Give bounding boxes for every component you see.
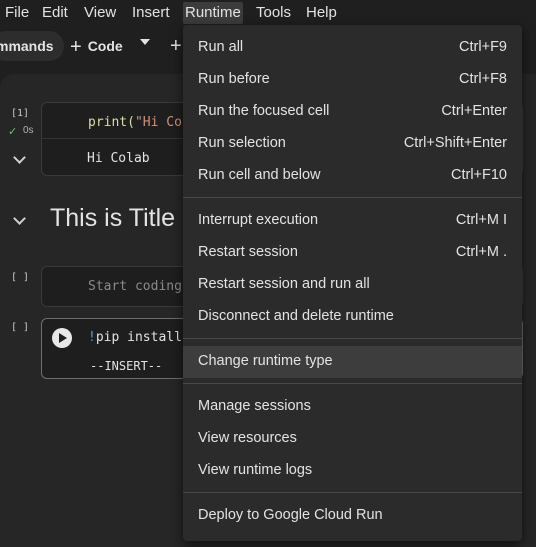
menu-item-shortcut: Ctrl+M . bbox=[455, 244, 507, 260]
menu-bar: File Edit View Insert Runtime Tools Help bbox=[0, 0, 536, 26]
menu-item-run-focused-cell[interactable]: Run the focused cell Ctrl+Enter bbox=[183, 96, 522, 128]
menu-item-shortcut: Ctrl+M I bbox=[455, 212, 507, 228]
menu-file[interactable]: File bbox=[3, 2, 31, 24]
menu-item-shortcut: Ctrl+F9 bbox=[459, 39, 507, 55]
add-text-button[interactable]: + bbox=[170, 31, 182, 61]
menu-separator bbox=[183, 197, 522, 198]
execution-time: 0s bbox=[23, 125, 34, 136]
menu-item-manage-sessions[interactable]: Manage sessions bbox=[183, 391, 522, 423]
menu-help[interactable]: Help bbox=[304, 2, 339, 24]
code-line[interactable]: !pip install bbox=[88, 330, 182, 345]
menu-item-label: Disconnect and delete runtime bbox=[198, 308, 394, 324]
code-function: print( bbox=[88, 115, 135, 130]
execution-count: [ ] bbox=[11, 322, 30, 333]
menu-item-view-runtime-logs[interactable]: View runtime logs bbox=[183, 455, 522, 487]
code-line[interactable]: print("Hi Co bbox=[88, 115, 182, 130]
menu-item-deploy-cloud-run[interactable]: Deploy to Google Cloud Run bbox=[183, 500, 522, 532]
code-bang: ! bbox=[88, 330, 96, 345]
menu-separator bbox=[183, 383, 522, 384]
menu-item-run-cell-and-below[interactable]: Run cell and below Ctrl+F10 bbox=[183, 160, 522, 192]
execution-count: [ ] bbox=[11, 272, 30, 283]
menu-item-view-resources[interactable]: View resources bbox=[183, 423, 522, 455]
execution-count: [1] bbox=[11, 108, 30, 119]
plus-icon: + bbox=[70, 36, 82, 58]
menu-item-label: Deploy to Google Cloud Run bbox=[198, 507, 383, 523]
add-code-label: Code bbox=[87, 38, 123, 54]
success-check-icon: ✓ bbox=[8, 126, 18, 138]
menu-item-restart-and-run-all[interactable]: Restart session and run all bbox=[183, 269, 522, 301]
runtime-menu: Run all Ctrl+F9 Run before Ctrl+F8 Run t… bbox=[183, 25, 522, 541]
menu-item-interrupt-execution[interactable]: Interrupt execution Ctrl+M I bbox=[183, 205, 522, 237]
menu-item-run-all[interactable]: Run all Ctrl+F9 bbox=[183, 32, 522, 64]
section-heading[interactable]: This is Title bbox=[50, 204, 175, 233]
cell-placeholder: Start coding bbox=[88, 279, 182, 294]
menu-item-restart-session[interactable]: Restart session Ctrl+M . bbox=[183, 237, 522, 269]
menu-item-label: Run all bbox=[198, 39, 244, 55]
menu-item-label: View runtime logs bbox=[198, 462, 313, 478]
menu-item-shortcut: Ctrl+Shift+Enter bbox=[403, 135, 507, 151]
cell-output: Hi Colab bbox=[87, 151, 150, 166]
menu-item-label: Run before bbox=[198, 71, 270, 87]
menu-tools[interactable]: Tools bbox=[254, 2, 293, 24]
menu-item-label: Change runtime type bbox=[198, 353, 333, 369]
menu-item-label: Run selection bbox=[198, 135, 286, 151]
menu-item-label: Run the focused cell bbox=[198, 103, 330, 119]
menu-item-label: Interrupt execution bbox=[198, 212, 319, 228]
menu-item-disconnect-delete-runtime[interactable]: Disconnect and delete runtime bbox=[183, 301, 522, 333]
commands-button[interactable]: mmands bbox=[0, 31, 64, 61]
menu-item-run-selection[interactable]: Run selection Ctrl+Shift+Enter bbox=[183, 128, 522, 160]
menu-insert[interactable]: Insert bbox=[130, 2, 172, 24]
menu-edit[interactable]: Edit bbox=[40, 2, 70, 24]
run-cell-button[interactable] bbox=[52, 328, 72, 348]
menu-item-change-runtime-type[interactable]: Change runtime type bbox=[183, 346, 522, 378]
chevron-down-icon[interactable] bbox=[140, 39, 150, 45]
menu-runtime[interactable]: Runtime bbox=[183, 2, 243, 24]
menu-item-shortcut: Ctrl+Enter bbox=[441, 103, 507, 119]
menu-item-label: Restart session and run all bbox=[198, 276, 370, 292]
code-text: pip install bbox=[95, 330, 182, 345]
menu-view[interactable]: View bbox=[82, 2, 118, 24]
menu-separator bbox=[183, 338, 522, 339]
add-code-button[interactable]: + Code bbox=[70, 31, 123, 61]
menu-item-run-before[interactable]: Run before Ctrl+F8 bbox=[183, 64, 522, 96]
menu-item-label: Run cell and below bbox=[198, 167, 321, 183]
vim-mode-indicator: --INSERT-- bbox=[90, 359, 163, 373]
code-string: "Hi Co bbox=[134, 115, 182, 130]
menu-item-label: Restart session bbox=[198, 244, 298, 260]
menu-separator bbox=[183, 492, 522, 493]
menu-item-shortcut: Ctrl+F10 bbox=[450, 167, 507, 183]
menu-item-shortcut: Ctrl+F8 bbox=[459, 71, 507, 87]
menu-item-label: View resources bbox=[198, 430, 297, 446]
menu-item-label: Manage sessions bbox=[198, 398, 311, 414]
